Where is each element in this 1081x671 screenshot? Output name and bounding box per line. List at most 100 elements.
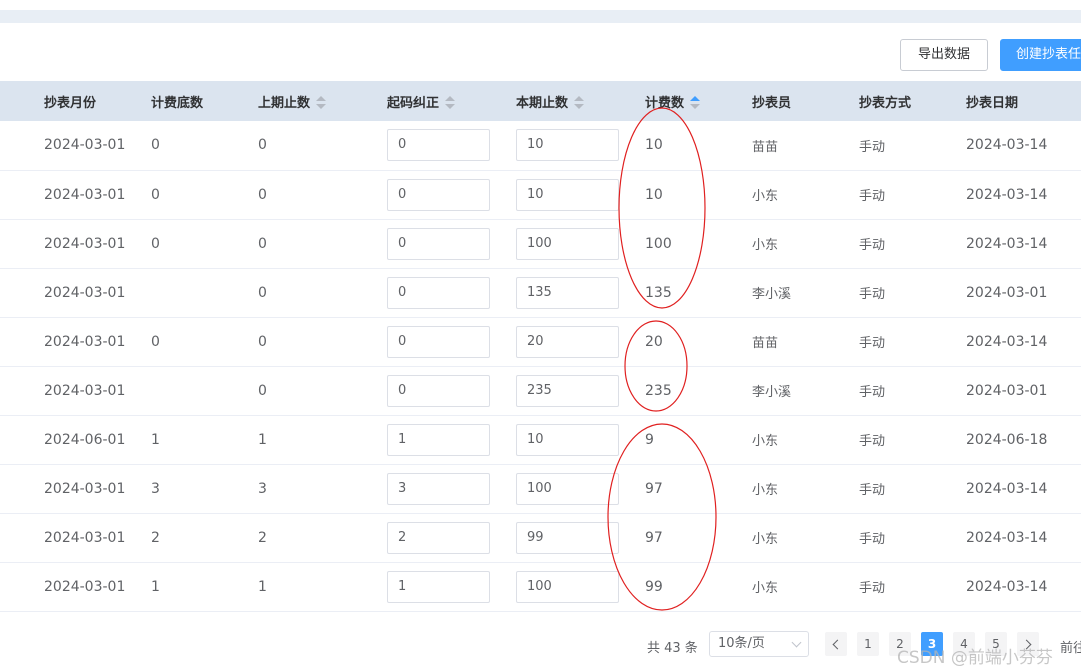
correct-input[interactable]: 0 xyxy=(387,178,490,211)
cell-billed: 10 xyxy=(645,186,663,203)
sort-icon[interactable] xyxy=(445,96,456,110)
table-row: 2024-03-01 1 1 1 100 99 小东 手动 2024-03-14 xyxy=(0,562,1081,611)
cell-reader: 李小溪 xyxy=(752,287,792,302)
cell-date: 2024-03-01 xyxy=(966,284,1048,301)
current-reading-cell: 235 xyxy=(516,366,645,415)
cell-reader: 小东 xyxy=(752,238,779,253)
cell-base: 0 xyxy=(151,333,160,350)
current-reading-cell: 100 xyxy=(516,464,645,513)
correct-cell: 0 xyxy=(387,268,516,317)
correct-input[interactable]: 0 xyxy=(387,276,490,309)
cell-month: 2024-03-01 xyxy=(44,186,126,203)
correct-cell: 1 xyxy=(387,415,516,464)
correct-input[interactable]: 0 xyxy=(387,325,490,358)
cell-date: 2024-03-14 xyxy=(966,235,1048,252)
correct-input[interactable]: 3 xyxy=(387,472,490,505)
correct-input[interactable]: 1 xyxy=(387,570,490,603)
current-reading-cell: 135 xyxy=(516,268,645,317)
current-reading-cell: 10 xyxy=(516,415,645,464)
current-reading-input[interactable]: 100 xyxy=(516,227,619,260)
correct-cell: 0 xyxy=(387,317,516,366)
cell-billed: 235 xyxy=(645,382,672,399)
cell-prev: 3 xyxy=(258,480,267,497)
top-strip xyxy=(0,10,1081,23)
cell-method: 手动 xyxy=(859,287,886,302)
cell-method: 手动 xyxy=(859,385,886,400)
cell-prev: 0 xyxy=(258,382,267,399)
correct-cell: 0 xyxy=(387,219,516,268)
table-header-row: 抄表月份 计费底数 上期止数 起码纠正 本期止数 计费数 抄表员 抄表方式 抄表… xyxy=(0,81,1081,121)
cell-prev: 2 xyxy=(258,529,267,546)
cell-date: 2024-03-14 xyxy=(966,333,1048,350)
table-row: 2024-03-01 0 0 135 135 李小溪 手动 2024-03-01 xyxy=(0,268,1081,317)
cell-prev: 0 xyxy=(258,333,267,350)
export-data-button[interactable]: 导出数据 xyxy=(900,39,988,71)
table-row: 2024-03-01 0 0 0 10 10 苗苗 手动 2024-03-14 xyxy=(0,121,1081,170)
create-reading-task-button[interactable]: 创建抄表任务 xyxy=(1000,39,1081,71)
current-reading-input[interactable]: 235 xyxy=(516,374,619,407)
current-reading-input[interactable]: 10 xyxy=(516,423,619,456)
current-reading-cell: 100 xyxy=(516,562,645,611)
correct-input[interactable]: 0 xyxy=(387,129,490,162)
cell-date: 2024-03-01 xyxy=(966,382,1048,399)
table-row: 2024-03-01 2 2 2 99 97 小东 手动 2024-03-14 xyxy=(0,513,1081,562)
current-reading-input[interactable]: 100 xyxy=(516,570,619,603)
cell-method: 手动 xyxy=(859,238,886,253)
cell-base: 0 xyxy=(151,235,160,252)
cell-reader: 小东 xyxy=(752,189,779,204)
col-header-base: 计费底数 xyxy=(151,95,204,111)
current-reading-input[interactable]: 10 xyxy=(516,129,619,162)
cell-base: 3 xyxy=(151,480,160,497)
cell-month: 2024-03-01 xyxy=(44,529,126,546)
cell-reader: 小东 xyxy=(752,434,779,449)
page-size-select[interactable]: 10条/页 xyxy=(709,631,809,657)
cell-prev: 0 xyxy=(258,186,267,203)
col-header-reader: 抄表员 xyxy=(752,95,792,111)
sort-icon[interactable] xyxy=(574,96,585,110)
col-header-curr[interactable]: 本期止数 xyxy=(516,81,645,121)
cell-billed: 100 xyxy=(645,235,672,252)
current-reading-input[interactable]: 10 xyxy=(516,178,619,211)
page-size-value: 10条/页 xyxy=(718,636,765,651)
cell-reader: 小东 xyxy=(752,532,779,547)
cell-date: 2024-03-14 xyxy=(966,529,1048,546)
current-reading-cell: 100 xyxy=(516,219,645,268)
prev-page-button[interactable] xyxy=(825,632,847,656)
cell-method: 手动 xyxy=(859,532,886,547)
correct-input[interactable]: 2 xyxy=(387,521,490,554)
cell-month: 2024-03-01 xyxy=(44,333,126,350)
cell-prev: 1 xyxy=(258,578,267,595)
current-reading-input[interactable]: 99 xyxy=(516,521,619,554)
page-button[interactable]: 1 xyxy=(857,632,879,656)
cell-method: 手动 xyxy=(859,581,886,596)
cell-billed: 97 xyxy=(645,480,663,497)
cell-billed: 99 xyxy=(645,578,663,595)
cell-month: 2024-03-01 xyxy=(44,480,126,497)
cell-reader: 小东 xyxy=(752,483,779,498)
cell-reader: 小东 xyxy=(752,581,779,596)
cell-date: 2024-03-14 xyxy=(966,137,1048,154)
cell-base: 0 xyxy=(151,137,160,154)
total-count: 共 43 条 xyxy=(647,641,698,656)
correct-input[interactable]: 1 xyxy=(387,423,490,456)
sort-icon[interactable] xyxy=(316,96,327,110)
meter-reading-table: 抄表月份 计费底数 上期止数 起码纠正 本期止数 计费数 抄表员 抄表方式 抄表… xyxy=(0,81,1081,612)
col-header-correct[interactable]: 起码纠正 xyxy=(387,81,516,121)
current-reading-cell: 99 xyxy=(516,513,645,562)
correct-input[interactable]: 0 xyxy=(387,227,490,260)
cell-month: 2024-03-01 xyxy=(44,235,126,252)
watermark: CSDN @前端小芬芬 xyxy=(897,648,1053,668)
correct-input[interactable]: 0 xyxy=(387,374,490,407)
cell-month: 2024-03-01 xyxy=(44,578,126,595)
cell-month: 2024-06-01 xyxy=(44,431,126,448)
current-reading-input[interactable]: 20 xyxy=(516,325,619,358)
current-reading-input[interactable]: 135 xyxy=(516,276,619,309)
cell-base: 0 xyxy=(151,186,160,203)
sort-ascending-icon[interactable] xyxy=(690,96,701,110)
cell-billed: 10 xyxy=(645,137,663,154)
col-header-prev[interactable]: 上期止数 xyxy=(258,81,387,121)
current-reading-input[interactable]: 100 xyxy=(516,472,619,505)
col-header-method: 抄表方式 xyxy=(859,95,912,111)
col-header-billed[interactable]: 计费数 xyxy=(645,81,752,121)
cell-billed: 135 xyxy=(645,284,672,301)
